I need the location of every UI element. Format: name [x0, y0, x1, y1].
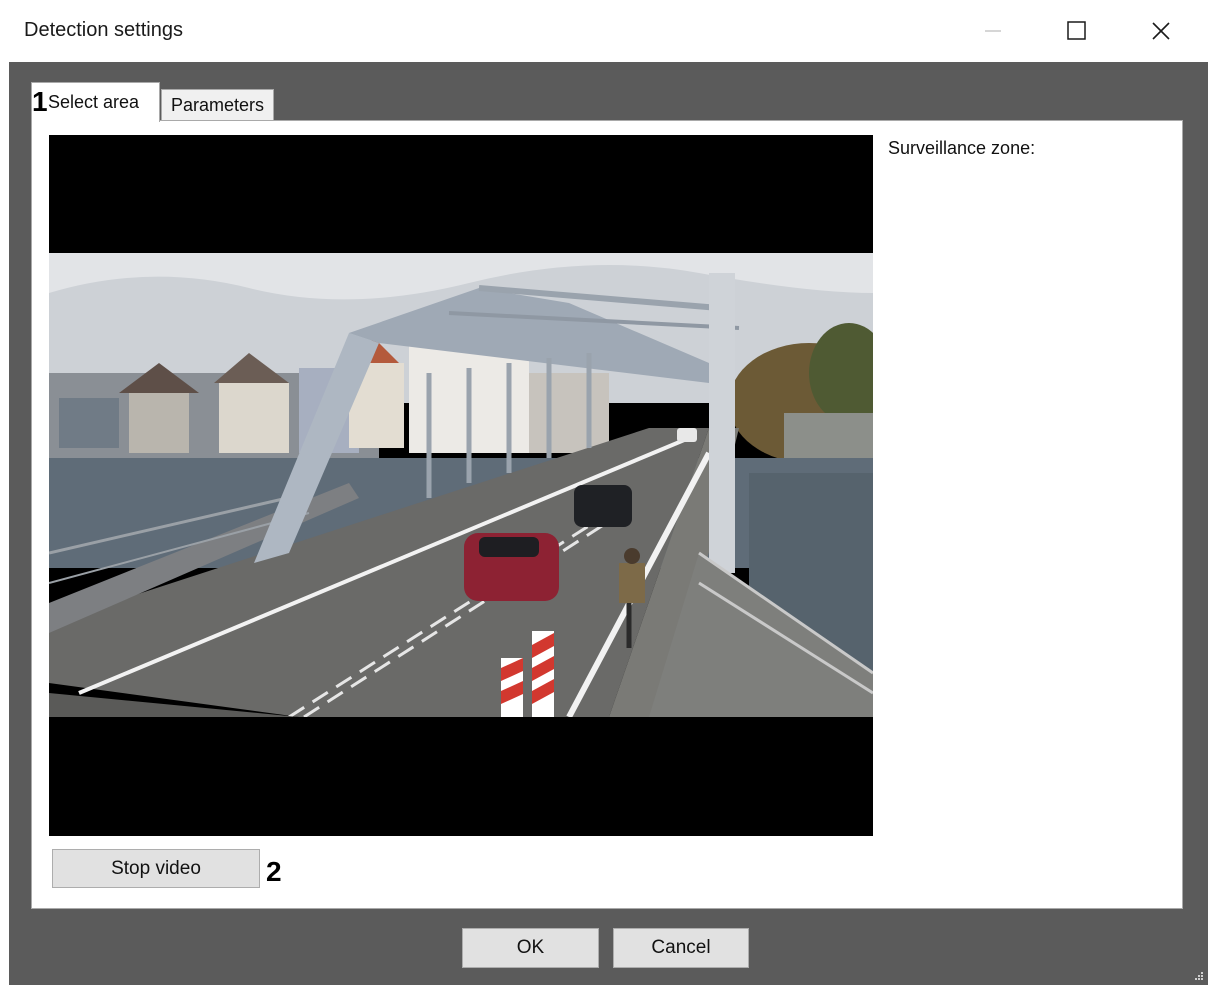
- minimize-icon: [985, 30, 1001, 32]
- tab-parameters[interactable]: Parameters: [161, 89, 274, 121]
- stop-video-button[interactable]: Stop video: [52, 849, 260, 888]
- close-button[interactable]: [1128, 8, 1194, 54]
- annotation-marker-2: 2: [266, 856, 282, 887]
- tab-select-area[interactable]: Select area: [31, 82, 160, 122]
- minimize-button[interactable]: [960, 8, 1026, 54]
- maximize-button[interactable]: [1044, 8, 1110, 54]
- cancel-button[interactable]: Cancel: [613, 928, 749, 968]
- window-title: Detection settings: [24, 19, 183, 41]
- close-icon: [1152, 22, 1170, 40]
- title-bar[interactable]: Detection settings: [0, 0, 1208, 62]
- video-preview[interactable]: [49, 135, 873, 836]
- surveillance-zone-label: Surveillance zone:: [888, 138, 1036, 158]
- ok-button[interactable]: OK: [462, 928, 599, 968]
- tab-label: Select area: [48, 92, 140, 112]
- camera-frame: [49, 253, 873, 717]
- maximize-icon: [1067, 21, 1086, 40]
- tab-label: Parameters: [171, 95, 265, 115]
- annotation-marker-1: 1: [32, 86, 48, 117]
- resize-grip-icon[interactable]: [1192, 969, 1204, 981]
- detection-settings-window: Detection settings Select area Parameter…: [0, 0, 1208, 985]
